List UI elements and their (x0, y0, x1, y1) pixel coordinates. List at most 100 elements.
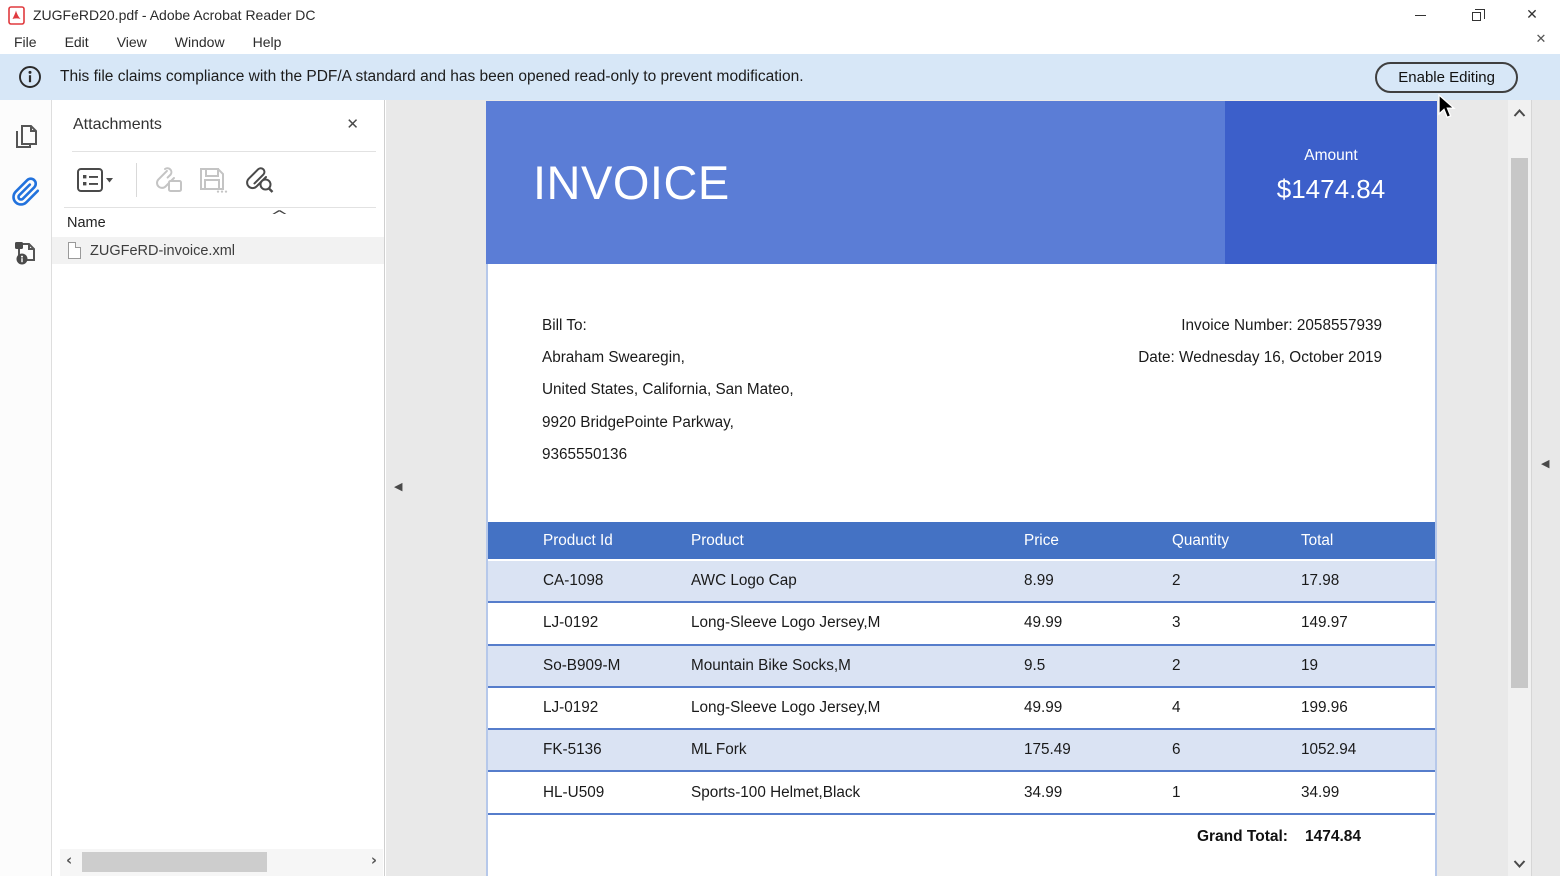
document-view: ◀ INVOICE Amount $1474.84 Bill To: Abrah… (386, 100, 1508, 876)
bill-to-block: Bill To: Abraham Swearegin, United State… (542, 310, 794, 471)
table-cell: Long-Sleeve Logo Jersey,M (691, 699, 1024, 717)
grand-total-label: Grand Total: (1197, 828, 1288, 846)
paperclip-icon (11, 177, 41, 207)
bill-to-line: 9365550136 (542, 439, 794, 471)
file-icon (68, 242, 81, 259)
sort-ascending-icon: ^ (270, 209, 289, 224)
attachments-horizontal-scrollbar[interactable]: ‹ › (60, 849, 383, 876)
attachment-file-row[interactable]: ZUGFeRD-invoice.xml (52, 237, 384, 264)
invoice-amount-box: Amount $1474.84 (1225, 101, 1437, 264)
menu-help[interactable]: Help (239, 32, 296, 52)
invoice-info-section: Bill To: Abraham Swearegin, United State… (488, 264, 1435, 522)
scroll-up-icon[interactable] (1508, 103, 1531, 123)
notification-message: This file claims compliance with the PDF… (60, 68, 804, 86)
divider (72, 151, 376, 152)
close-button[interactable]: ✕ (1504, 0, 1560, 30)
table-cell: 34.99 (1024, 784, 1172, 802)
search-attachments-icon (241, 166, 275, 194)
table-cell: 1 (1172, 784, 1301, 802)
table-cell: CA-1098 (543, 572, 691, 590)
column-header: Total (1301, 532, 1435, 550)
restore-button[interactable] (1448, 0, 1504, 30)
table-cell: LJ-0192 (543, 614, 691, 632)
attachments-name-header[interactable]: Name ^ (52, 208, 384, 236)
table-row: HL-U509Sports-100 Helmet,Black34.99134.9… (488, 772, 1435, 814)
table-cell: 19 (1301, 657, 1435, 675)
amount-label: Amount (1304, 147, 1357, 165)
table-row: LJ-0192Long-Sleeve Logo Jersey,M49.99419… (488, 688, 1435, 730)
grand-total-value: 1474.84 (1305, 828, 1361, 846)
open-attachment-icon (151, 166, 185, 194)
menu-edit[interactable]: Edit (51, 32, 103, 52)
scroll-right-icon[interactable]: › (371, 851, 377, 869)
table-cell: ML Fork (691, 741, 1024, 759)
invoice-table-header: Product Id Product Price Quantity Total (488, 522, 1435, 559)
page-thumbnails-icon (13, 123, 39, 151)
grand-total-row: Grand Total: 1474.84 (488, 815, 1435, 846)
table-cell: 9.5 (1024, 657, 1172, 675)
table-cell: 4 (1172, 699, 1301, 717)
attachments-panel-header: Attachments ✕ (52, 112, 384, 142)
attachments-options-button[interactable] (76, 167, 114, 193)
window-controls: ✕ (1392, 0, 1560, 30)
attachments-toolbar (76, 160, 287, 200)
save-attachment-button (197, 166, 229, 194)
navigation-rail (0, 100, 52, 876)
info-icon (18, 65, 42, 89)
invoice-title: INVOICE (533, 155, 730, 210)
table-cell: LJ-0192 (543, 699, 691, 717)
scroll-left-icon[interactable]: ‹ (66, 851, 72, 869)
restore-icon (1472, 12, 1481, 21)
amount-value: $1474.84 (1277, 174, 1385, 205)
table-cell: 2 (1172, 572, 1301, 590)
attachment-file-name: ZUGFeRD-invoice.xml (90, 243, 235, 259)
options-menu-icon (76, 167, 114, 193)
invoice-body: Bill To: Abraham Swearegin, United State… (486, 264, 1437, 876)
search-attachments-button[interactable] (241, 166, 275, 194)
standards-panel-button[interactable] (0, 232, 52, 272)
menu-file[interactable]: File (6, 32, 51, 52)
invoice-meta-block: Invoice Number: 2058557939 Date: Wednesd… (1138, 310, 1382, 374)
menu-view[interactable]: View (103, 32, 161, 52)
expand-tools-icon[interactable]: ◀ (1541, 457, 1549, 470)
collapse-panel-icon[interactable]: ◀ (394, 480, 402, 493)
invoice-header: INVOICE Amount $1474.84 (486, 101, 1437, 264)
minimize-button[interactable] (1392, 0, 1448, 30)
attachments-panel-title: Attachments (73, 116, 162, 134)
table-cell: HL-U509 (543, 784, 691, 802)
table-cell: 199.96 (1301, 699, 1435, 717)
save-attachment-icon (197, 166, 229, 194)
pdf-page: INVOICE Amount $1474.84 Bill To: Abraham… (486, 101, 1437, 876)
close-icon: ✕ (1526, 7, 1538, 23)
invoice-table-rows: CA-1098AWC Logo Cap8.99217.98LJ-0192Long… (488, 561, 1435, 815)
table-cell: 34.99 (1301, 784, 1435, 802)
table-cell: 8.99 (1024, 572, 1172, 590)
bill-to-line: 9920 BridgePointe Parkway, (542, 407, 794, 439)
bill-to-line: Bill To: (542, 310, 794, 342)
invoice-table: Product Id Product Price Quantity Total … (488, 522, 1435, 846)
table-cell: Sports-100 Helmet,Black (691, 784, 1024, 802)
bill-to-line: United States, California, San Mateo, (542, 374, 794, 406)
bar-close-icon[interactable]: ✕ (1532, 32, 1550, 47)
document-vertical-scrollbar[interactable] (1508, 100, 1531, 876)
table-cell: Mountain Bike Socks,M (691, 657, 1024, 675)
window-title: ZUGFeRD20.pdf - Adobe Acrobat Reader DC (33, 7, 315, 23)
table-row: LJ-0192Long-Sleeve Logo Jersey,M49.99314… (488, 603, 1435, 645)
table-row: So-B909-MMountain Bike Socks,M9.5219 (488, 646, 1435, 688)
toolbar-separator (136, 163, 137, 197)
minimize-icon (1415, 15, 1426, 16)
table-row: FK-5136ML Fork175.4961052.94 (488, 730, 1435, 772)
scrollbar-thumb[interactable] (1511, 158, 1528, 688)
scroll-down-icon[interactable] (1508, 853, 1531, 873)
attachments-close-icon[interactable]: ✕ (346, 115, 359, 133)
page-thumbnails-button[interactable] (0, 117, 52, 157)
table-cell: 6 (1172, 741, 1301, 759)
invoice-title-block: INVOICE (486, 101, 1225, 264)
menu-window[interactable]: Window (161, 32, 239, 52)
attachments-panel-button[interactable] (0, 172, 52, 212)
table-cell: 2 (1172, 657, 1301, 675)
standards-icon (12, 238, 40, 266)
table-cell: 175.49 (1024, 741, 1172, 759)
enable-editing-button[interactable]: Enable Editing (1375, 62, 1518, 93)
scrollbar-thumb[interactable] (82, 852, 267, 872)
